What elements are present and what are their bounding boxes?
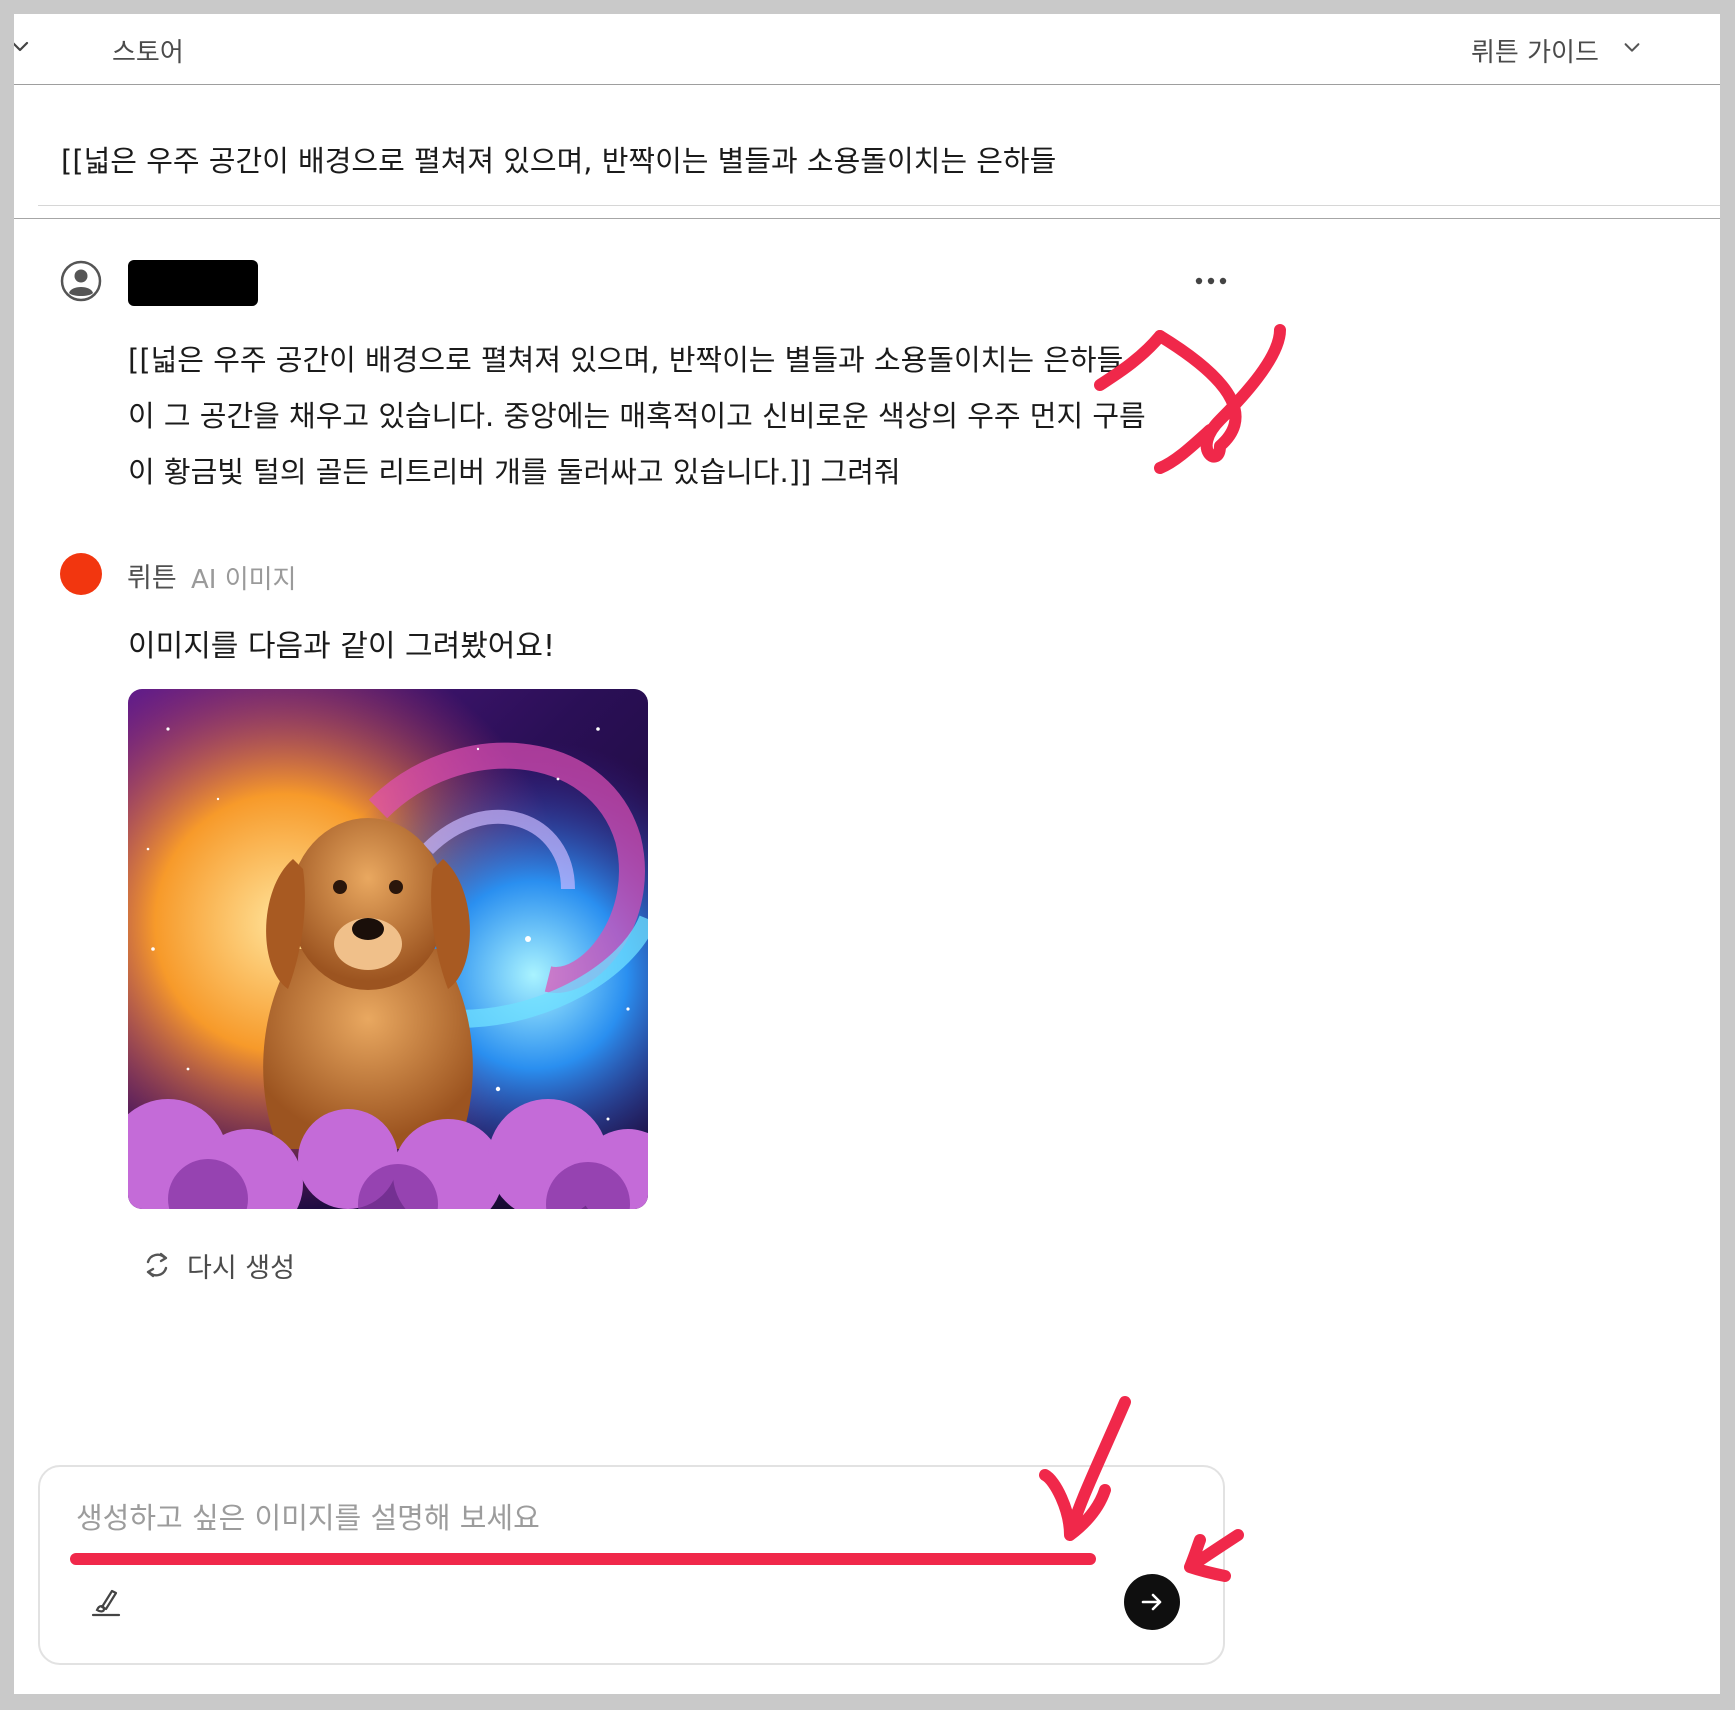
send-button[interactable] [1124, 1574, 1180, 1630]
more-dots-icon[interactable] [1194, 276, 1228, 286]
user-avatar-icon [60, 260, 102, 302]
chevron-down-icon[interactable] [14, 34, 32, 58]
regenerate-button[interactable]: 다시 생성 [141, 1245, 295, 1285]
bot-name: 뤼튼 [127, 563, 177, 594]
message-line: [[넓은 우주 공간이 배경으로 펼쳐져 있으며, 반짝이는 별들과 소용돌이치… [128, 343, 1124, 377]
bot-reply-text: 이미지를 다음과 같이 그려봤어요! [128, 629, 556, 664]
message-line: 이 그 공간을 채우고 있습니다. 중앙에는 매혹적이고 신비로운 색상의 우주… [128, 399, 1146, 433]
bot-avatar [60, 553, 102, 595]
prompt-input[interactable] [74, 1487, 1078, 1549]
app-window: 스토어 뤼튼 가이드 [[넓은 우주 공간이 배경으로 펼쳐져 있으며, 반짝이… [14, 14, 1720, 1694]
redacted-username [128, 260, 258, 306]
message-line: 이 황금빛 털의 골든 리트리버 개를 둘러싸고 있습니다.]] 그려줘 [128, 455, 901, 489]
user-message: [[넓은 우주 공간이 배경으로 펼쳐져 있으며, 반짝이는 별들과 소용돌이치… [128, 332, 1198, 500]
generated-image[interactable] [128, 689, 648, 1209]
prompt-composer [38, 1465, 1225, 1665]
store-tab[interactable]: 스토어 [112, 32, 184, 69]
divider [38, 205, 1720, 206]
chevron-down-icon[interactable] [1621, 36, 1643, 58]
arrow-right-icon [1141, 1593, 1162, 1611]
bot-tag: AI 이미지 [191, 565, 297, 595]
chat-title: [[넓은 우주 공간이 배경으로 펼쳐져 있으며, 반짝이는 별들과 소용돌이치… [61, 144, 1057, 178]
top-bar: 스토어 뤼튼 가이드 [14, 14, 1720, 85]
chat-title-bar: [[넓은 우주 공간이 배경으로 펼쳐져 있으며, 반짝이는 별들과 소용돌이치… [14, 84, 1720, 219]
brush-icon[interactable] [88, 1583, 124, 1619]
regenerate-label: 다시 생성 [187, 1252, 295, 1284]
guide-menu[interactable]: 뤼튼 가이드 [1471, 32, 1599, 69]
refresh-icon [146, 1252, 168, 1278]
